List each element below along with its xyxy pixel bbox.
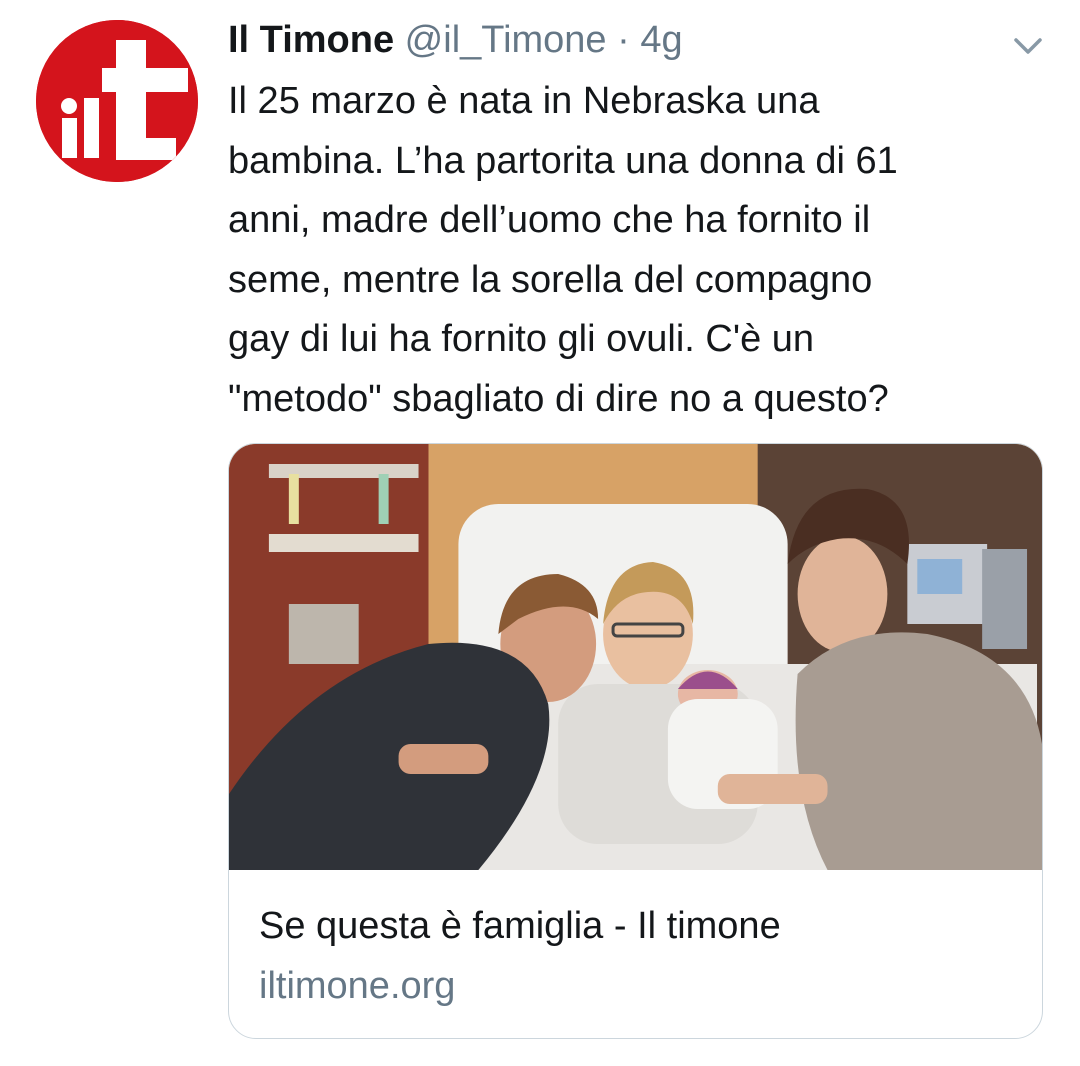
tweet-header: Il Timone @il_Timone · 4g — [228, 14, 683, 66]
card-image — [229, 444, 1042, 870]
author-name[interactable]: Il Timone — [228, 19, 394, 61]
separator: · — [617, 19, 630, 61]
link-card[interactable]: Se questa è famiglia - Il timone iltimon… — [228, 443, 1043, 1039]
card-title: Se questa è famiglia - Il timone — [259, 905, 781, 947]
avatar[interactable] — [36, 20, 198, 182]
chevron-down-icon[interactable] — [1008, 30, 1048, 60]
timestamp[interactable]: 4g — [640, 19, 682, 61]
author-handle[interactable]: @il_Timone — [405, 19, 607, 61]
card-domain: iltimone.org — [259, 965, 456, 1007]
tweet-text: Il 25 marzo è nata in Nebraska una bambi… — [228, 80, 898, 420]
il-timone-logo — [36, 20, 198, 182]
